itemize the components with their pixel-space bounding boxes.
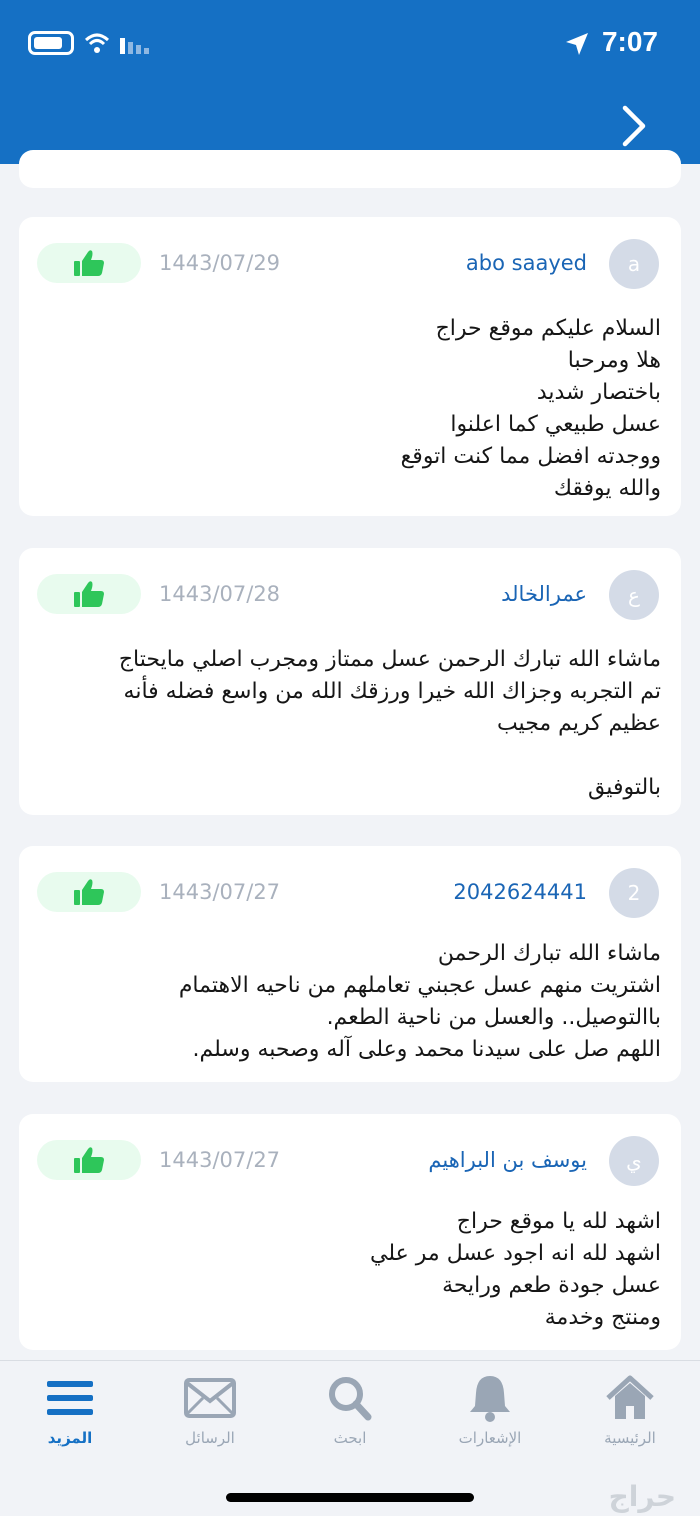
home-indicator [226,1493,474,1502]
watermark-logo: حراج [608,1480,676,1513]
like-button[interactable] [37,243,141,283]
battery-icon [28,31,74,55]
avatar[interactable]: ي [609,1136,659,1186]
tab-more[interactable]: المزيد [10,1373,130,1453]
review-text: السلام عليكم موقع حراج هلا ومرحبا باختصا… [400,316,661,501]
review-card: ي يوسف بن البراهيم 1443/07/27 اشهد لله ي… [19,1114,681,1350]
tab-label: الرئيسية [604,1429,656,1447]
status-time: 7:07 [601,26,658,57]
home-icon [606,1375,654,1419]
reviewer-name[interactable]: يوسف بن البراهيم [428,1148,587,1172]
wifi-icon [84,33,110,53]
avatar[interactable]: ع [609,570,659,620]
tab-label: ابحث [333,1429,367,1447]
review-date: 1443/07/27 [159,1148,281,1172]
app-header: 7:07 [0,0,700,164]
reviewer-name[interactable]: 2042624441 [453,880,587,904]
tab-home[interactable]: الرئيسية [570,1373,690,1453]
bell-icon [470,1376,510,1422]
reviewer-name[interactable]: عمرالخالد [501,582,587,606]
tab-label: المزيد [47,1429,93,1447]
review-card: ع عمرالخالد 1443/07/28 ماشاء الله تبارك … [19,548,681,815]
avatar[interactable]: a [609,239,659,289]
like-button[interactable] [37,574,141,614]
like-button[interactable] [37,872,141,912]
tab-label: الإشعارات [458,1429,522,1447]
menu-icon [47,1381,93,1415]
review-date: 1443/07/28 [159,582,281,606]
avatar[interactable]: 2 [609,868,659,918]
review-date: 1443/07/29 [159,251,281,275]
thumbs-up-icon [74,879,104,905]
reviewer-name[interactable]: abo saayed [466,251,587,275]
review-card: 2 2042624441 1443/07/27 ماشاء الله تبارك… [19,846,681,1082]
review-text: اشهد لله يا موقع حراج اشهد لله انه اجود … [370,1209,661,1330]
review-text: ماشاء الله تبارك الرحمن عسل ممتاز ومجرب … [118,647,661,800]
tab-notifications[interactable]: الإشعارات [430,1373,550,1453]
tab-label: الرسائل [185,1429,235,1447]
review-card: a abo saayed 1443/07/29 السلام عليكم موق… [19,217,681,516]
status-bar: 7:07 [0,0,700,86]
tab-messages[interactable]: الرسائل [150,1373,270,1453]
thumbs-up-icon [74,581,104,607]
thumbs-up-icon [74,1147,104,1173]
location-arrow-icon [566,33,588,55]
mail-icon [184,1378,236,1418]
review-card [19,150,681,188]
search-icon [329,1377,372,1421]
chevron-right-icon[interactable] [620,104,648,148]
thumbs-up-icon [74,250,104,276]
like-button[interactable] [37,1140,141,1180]
review-date: 1443/07/27 [159,880,281,904]
review-text: ماشاء الله تبارك الرحمن اشتريت منهم عسل … [178,941,661,1062]
signal-icon [120,38,149,54]
tab-search[interactable]: ابحث [290,1373,410,1453]
